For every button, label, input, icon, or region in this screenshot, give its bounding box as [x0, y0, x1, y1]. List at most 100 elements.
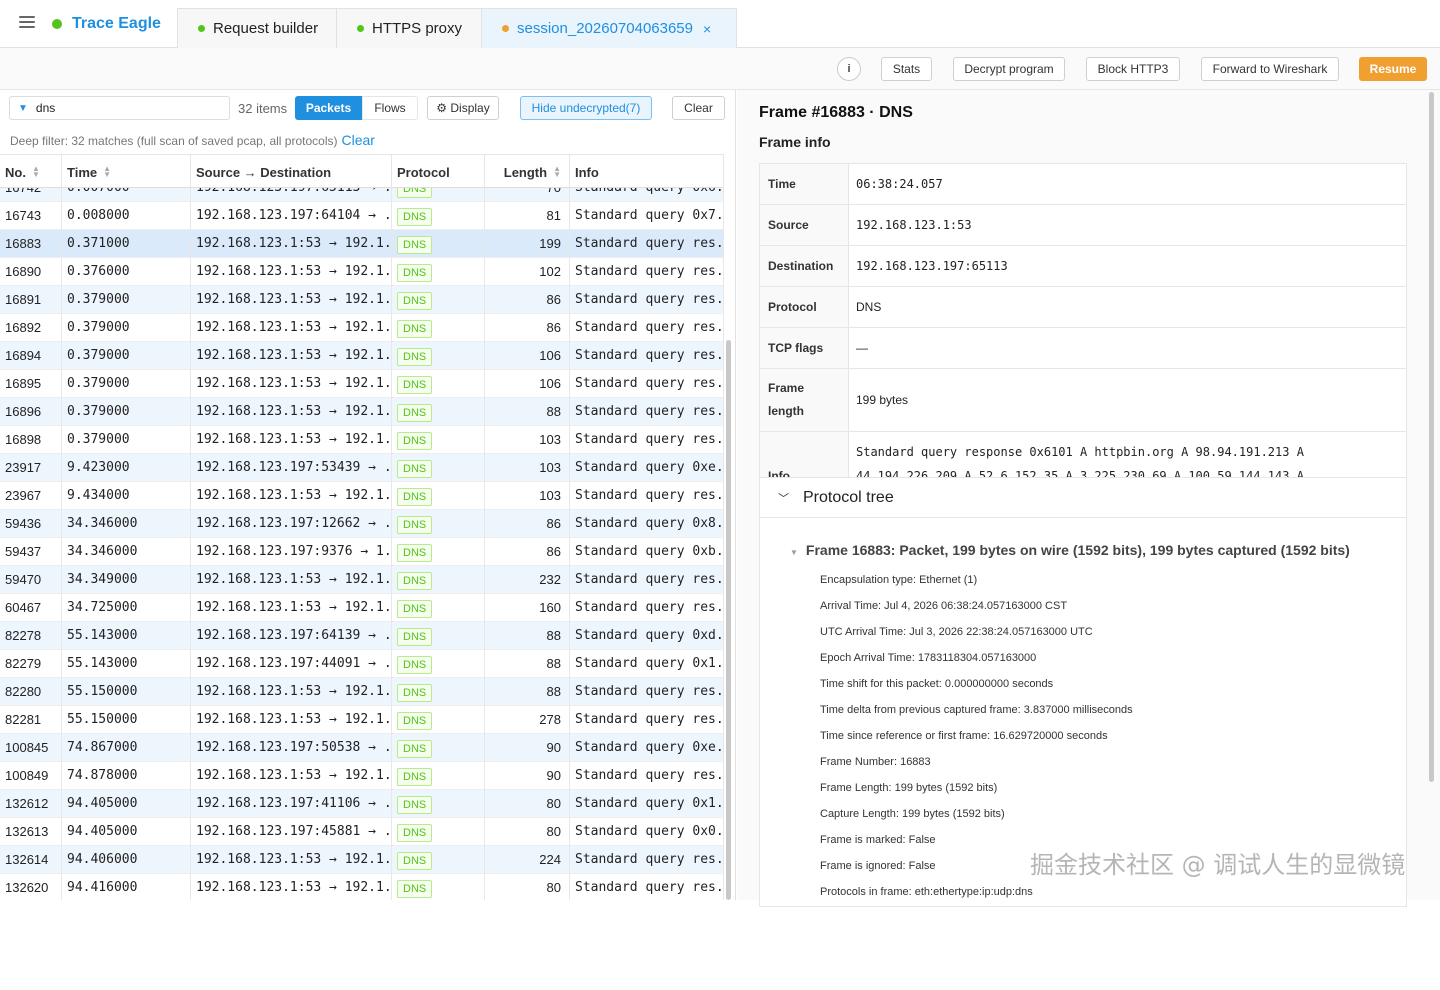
- info-key: Frame length: [760, 369, 849, 431]
- protocol-badge: DNS: [397, 656, 433, 674]
- table-row[interactable]: 82279 55.143000 192.168.123.197:44091 → ..…: [0, 650, 724, 678]
- time-cell: 0.376000: [62, 258, 191, 286]
- len-cell: 106: [485, 370, 570, 398]
- tree-item[interactable]: Frame Length: 199 bytes (1592 bits): [820, 780, 1133, 806]
- no-cell: 16890: [0, 258, 62, 286]
- column-header-no[interactable]: No. ▲ ▼: [0, 155, 62, 189]
- src-cell: 192.168.123.197:12662 → ...: [191, 510, 392, 538]
- table-row[interactable]: 132620 94.416000 192.168.123.1:53 → 192.1.…: [0, 874, 724, 900]
- tree-item[interactable]: Encapsulation type: Ethernet (1): [820, 572, 1133, 598]
- table-row[interactable]: 16891 0.379000 192.168.123.1:53 → 192.1...…: [0, 286, 724, 314]
- info-row-time: Time 06:38:24.057: [760, 164, 1406, 205]
- no-cell: 16891: [0, 286, 62, 314]
- table-row[interactable]: 16883 0.371000 192.168.123.1:53 → 192.1...…: [0, 230, 724, 258]
- decrypt-program-button[interactable]: Decrypt program: [953, 57, 1065, 81]
- time-cell: 55.150000: [62, 678, 191, 706]
- column-header-protocol[interactable]: Protocol: [392, 155, 485, 189]
- tree-item[interactable]: Time shift for this packet: 0.000000000 …: [820, 676, 1133, 702]
- info-cell: Standard query res...: [570, 706, 724, 734]
- table-row[interactable]: 132613 94.405000 192.168.123.197:45881 → .…: [0, 818, 724, 846]
- table-row[interactable]: 132612 94.405000 192.168.123.197:41106 → .…: [0, 790, 724, 818]
- tree-item[interactable]: Time delta from previous captured frame:…: [820, 702, 1133, 728]
- tab-session[interactable]: session_20260704063659 ×: [481, 8, 737, 48]
- column-header-info[interactable]: Info: [570, 155, 724, 189]
- detail-scrollbar[interactable]: [1428, 92, 1435, 792]
- table-row[interactable]: 59437 34.346000 192.168.123.197:9376 → 1..…: [0, 538, 724, 566]
- packet-list-scrollbar[interactable]: [725, 340, 732, 990]
- filter-input[interactable]: [35, 101, 216, 115]
- filter-search[interactable]: ▼: [9, 96, 230, 120]
- table-row[interactable]: 16896 0.379000 192.168.123.1:53 → 192.1...…: [0, 398, 724, 426]
- stats-button[interactable]: Stats: [881, 57, 932, 81]
- hide-undecrypted-button[interactable]: Hide undecrypted(7): [520, 96, 652, 120]
- flows-view-button[interactable]: Flows: [362, 96, 418, 120]
- column-header-length[interactable]: Length ▲ ▼: [485, 155, 570, 189]
- tree-item[interactable]: Time since reference or first frame: 16.…: [820, 728, 1133, 754]
- clear-button[interactable]: Clear: [672, 96, 725, 120]
- packet-rows: 167420.007000192.168.123.197:65113 → ...…: [0, 174, 724, 900]
- resume-button[interactable]: Resume: [1359, 57, 1427, 81]
- info-cell: Standard query 0x7...: [570, 202, 724, 230]
- no-cell: 132614: [0, 846, 62, 874]
- tab-https-proxy[interactable]: HTTPS proxy: [336, 8, 482, 48]
- protocol-badge: DNS: [397, 740, 433, 758]
- info-key: Source: [760, 205, 849, 245]
- tree-item[interactable]: Frame Number: 16883: [820, 754, 1133, 780]
- status-dot-icon: [52, 19, 62, 29]
- table-header: No. ▲ ▼ Time ▲ ▼ Source → Destination Protoc…: [0, 154, 724, 189]
- block-http3-button[interactable]: Block HTTP3: [1086, 57, 1180, 81]
- table-row[interactable]: 16894 0.379000 192.168.123.1:53 → 192.1...…: [0, 342, 724, 370]
- forward-to-wireshark-button[interactable]: Forward to Wireshark: [1201, 57, 1339, 81]
- info-cell: Standard query res...: [570, 342, 724, 370]
- close-tab-icon[interactable]: ×: [703, 21, 711, 37]
- table-row[interactable]: 16892 0.379000 192.168.123.1:53 → 192.1...…: [0, 314, 724, 342]
- packet-list-panel: ▼ 32 items Packets Flows ⚙ Display Hide …: [0, 90, 736, 900]
- table-row[interactable]: 82280 55.150000 192.168.123.1:53 → 192.1..…: [0, 678, 724, 706]
- protocol-cell: DNS: [392, 538, 485, 566]
- src-cell: 192.168.123.1:53 → 192.1...: [191, 874, 392, 900]
- table-row[interactable]: 132614 94.406000 192.168.123.1:53 → 192.1.…: [0, 846, 724, 874]
- tab-request-builder[interactable]: Request builder: [177, 8, 337, 48]
- table-row[interactable]: 59436 34.346000 192.168.123.197:12662 → ..…: [0, 510, 724, 538]
- display-settings-button[interactable]: ⚙ Display: [427, 96, 499, 120]
- protocol-cell: DNS: [392, 370, 485, 398]
- column-label: Protocol: [397, 164, 450, 180]
- tree-item[interactable]: Epoch Arrival Time: 1783118304.057163000: [820, 650, 1133, 676]
- tree-item[interactable]: Arrival Time: Jul 4, 2026 06:38:24.05716…: [820, 598, 1133, 624]
- table-row[interactable]: 100849 74.878000 192.168.123.1:53 → 192.1.…: [0, 762, 724, 790]
- info-button[interactable]: i: [837, 57, 861, 81]
- table-row[interactable]: 16890 0.376000 192.168.123.1:53 → 192.1...…: [0, 258, 724, 286]
- protocol-badge: DNS: [397, 348, 433, 366]
- tree-node-frame[interactable]: ▼ Frame 16883: Packet, 199 bytes on wire …: [790, 542, 1350, 558]
- tree-item[interactable]: Protocols in frame: eth:ethertype:ip:udp…: [820, 884, 1133, 910]
- deep-filter-clear-link[interactable]: Clear: [342, 132, 375, 148]
- table-row[interactable]: 82281 55.150000 192.168.123.1:53 → 192.1..…: [0, 706, 724, 734]
- tree-item[interactable]: UTC Arrival Time: Jul 3, 2026 22:38:24.0…: [820, 624, 1133, 650]
- len-cell: 103: [485, 454, 570, 482]
- table-row[interactable]: 60467 34.725000 192.168.123.1:53 → 192.1..…: [0, 594, 724, 622]
- hamburger-menu-icon[interactable]: [19, 16, 37, 30]
- info-key: Destination: [760, 246, 849, 286]
- protocol-tree: ﹀ Protocol tree ▼ Frame 16883: Packet, 19…: [759, 477, 1407, 907]
- tree-item[interactable]: Capture Length: 199 bytes (1592 bits): [820, 806, 1133, 832]
- time-cell: 55.143000: [62, 650, 191, 678]
- protocol-cell: DNS: [392, 398, 485, 426]
- table-row[interactable]: 59470 34.349000 192.168.123.1:53 → 192.1..…: [0, 566, 724, 594]
- table-row[interactable]: 16895 0.379000 192.168.123.1:53 → 192.1...…: [0, 370, 724, 398]
- protocol-badge: DNS: [397, 572, 433, 590]
- info-cell: Standard query 0xe...: [570, 454, 724, 482]
- info-cell: Standard query res...: [570, 286, 724, 314]
- column-header-time[interactable]: Time ▲ ▼: [62, 155, 191, 189]
- packets-view-button[interactable]: Packets: [295, 96, 362, 120]
- table-row[interactable]: 16898 0.379000 192.168.123.1:53 → 192.1...…: [0, 426, 724, 454]
- column-header-source-destination[interactable]: Source → Destination: [191, 155, 392, 189]
- table-row[interactable]: 23917 9.423000 192.168.123.197:53439 → ...…: [0, 454, 724, 482]
- table-row[interactable]: 23967 9.434000 192.168.123.1:53 → 192.1...…: [0, 482, 724, 510]
- table-row[interactable]: 100845 74.867000 192.168.123.197:50538 → .…: [0, 734, 724, 762]
- table-row[interactable]: 16743 0.008000 192.168.123.197:64104 → ...…: [0, 202, 724, 230]
- table-row[interactable]: 82278 55.143000 192.168.123.197:64139 → ..…: [0, 622, 724, 650]
- len-cell: 90: [485, 734, 570, 762]
- time-cell: 0.008000: [62, 202, 191, 230]
- info-key: Time: [760, 164, 849, 204]
- protocol-tree-toggle[interactable]: ﹀ Protocol tree: [760, 478, 1406, 518]
